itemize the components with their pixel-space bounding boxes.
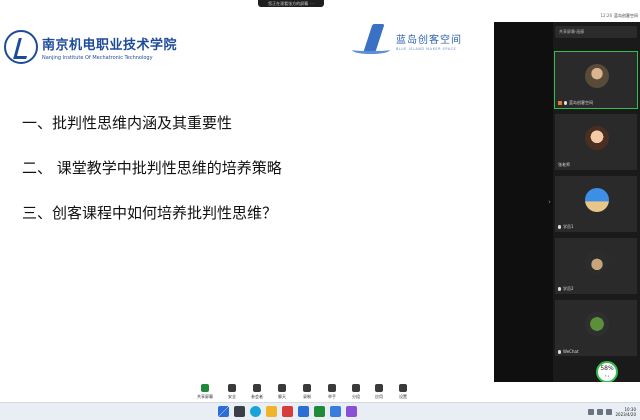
task-view-icon[interactable] <box>234 406 245 417</box>
app-icon-blue[interactable] <box>298 406 309 417</box>
wechat-icon[interactable] <box>314 406 325 417</box>
start-icon[interactable] <box>218 406 229 417</box>
top-strip: 12:26 蓝岛创客空间 <box>494 10 640 22</box>
share-notice-bar[interactable]: 您正在观看张方的屏幕 ··· <box>258 0 324 7</box>
video-panel: › 共享屏幕·画廊 蓝岛创客空间 张老师 学员1 学员2 WeChat <box>494 22 640 382</box>
clock[interactable]: 10:30 2023/4/20 <box>615 407 636 417</box>
windows-taskbar: 10:30 2023/4/20 <box>0 402 640 420</box>
participants-button[interactable]: 参会者 <box>246 384 268 400</box>
meeting-app-icon[interactable] <box>330 406 341 417</box>
school-logo: 南京机电职业技术学院 Nanjing Institute Of Mechatro… <box>4 30 177 64</box>
mic-icon <box>558 287 561 291</box>
shield-icon <box>228 384 236 392</box>
participant-avatar <box>585 312 609 336</box>
participant-name: 张老师 <box>558 162 570 167</box>
network-sub: ↑↓ <box>604 374 610 378</box>
apps-icon <box>375 384 383 392</box>
gear-icon <box>399 384 407 392</box>
share-notice-menu[interactable]: ··· <box>310 1 314 6</box>
school-name-en: Nanjing Institute Of Mechatronic Technol… <box>42 54 153 61</box>
record-button[interactable]: 录制 <box>296 384 318 400</box>
network-value: 58% <box>600 365 614 372</box>
participant-avatar <box>585 126 609 150</box>
edge-icon[interactable] <box>250 406 261 417</box>
shared-slide: 南京机电职业技术学院 Nanjing Institute Of Mechatro… <box>0 22 494 382</box>
people-icon <box>253 384 261 392</box>
school-seal-icon <box>4 30 38 64</box>
participant-tile[interactable]: WeChat <box>555 300 637 356</box>
settings-button[interactable]: 设置 <box>392 384 414 400</box>
school-name-cn: 南京机电职业技术学院 <box>42 37 178 53</box>
meeting-toolbar: 共享屏幕 安全 参会者 聊天 录制 举手 分组 应用 设置 <box>0 382 640 402</box>
breakout-button[interactable]: 分组 <box>345 384 367 400</box>
network-status-badge[interactable]: 58% ↑↓ <box>596 361 618 383</box>
share-screen-icon <box>201 384 209 392</box>
brand-logo: 蓝岛创客空间 BLUE ISLAND MAKER SPACE <box>350 24 462 58</box>
participant-tile[interactable]: 学员1 <box>555 176 637 232</box>
system-tray: 10:30 2023/4/20 <box>588 407 636 417</box>
mic-icon <box>564 101 567 105</box>
volume-icon[interactable] <box>597 409 604 415</box>
brand-mark-icon <box>350 24 392 58</box>
participant-avatar <box>585 188 609 212</box>
security-button[interactable]: 安全 <box>221 384 243 400</box>
participant-name: 蓝岛创客空间 <box>569 100 593 105</box>
raise-hand-button[interactable]: 举手 <box>321 384 343 400</box>
breakout-icon <box>352 384 360 392</box>
mic-icon <box>558 225 561 229</box>
outline-item-3: 三、创客课程中如何培养批判性思维？ <box>22 204 278 222</box>
participant-tile[interactable]: 蓝岛创客空间 <box>554 51 638 109</box>
app-icon-purple[interactable] <box>346 406 357 417</box>
app-icon-red[interactable] <box>282 406 293 417</box>
participant-avatar <box>585 250 609 274</box>
file-explorer-icon[interactable] <box>266 406 277 417</box>
clock-date: 2023/4/20 <box>615 412 636 417</box>
participant-video <box>585 64 609 88</box>
collapse-handle-icon[interactable]: › <box>546 198 553 212</box>
outline-item-1: 一、批判性思维内涵及其重要性 <box>22 114 233 132</box>
mic-icon <box>558 349 561 354</box>
record-icon <box>303 384 311 392</box>
participant-tile[interactable]: 学员2 <box>555 238 637 294</box>
participant-name: 学员2 <box>563 286 574 291</box>
screen: 您正在观看张方的屏幕 ··· 12:26 蓝岛创客空间 南京机电职业技术学院 N… <box>0 0 640 420</box>
participant-name: 学员1 <box>563 224 574 229</box>
participant-name: WeChat <box>563 349 579 354</box>
share-notice-text: 您正在观看张方的屏幕 <box>268 0 309 6</box>
participant-tile[interactable]: 张老师 <box>555 114 637 170</box>
outline-item-2: 二、 课堂教学中批判性思维的培养策略 <box>22 159 282 177</box>
video-panel-header[interactable]: 共享屏幕·画廊 <box>555 26 637 38</box>
apps-button[interactable]: 应用 <box>368 384 390 400</box>
chat-button[interactable]: 聊天 <box>271 384 293 400</box>
chat-icon <box>278 384 286 392</box>
top-right-label: 蓝岛创客空间 <box>614 13 638 18</box>
wifi-icon[interactable] <box>588 409 595 415</box>
share-screen-button[interactable]: 共享屏幕 <box>194 384 216 400</box>
hand-icon <box>328 384 336 392</box>
brand-name-en: BLUE ISLAND MAKER SPACE <box>396 47 457 51</box>
battery-icon[interactable] <box>606 409 613 415</box>
meeting-duration: 12:26 <box>600 13 612 18</box>
sharing-icon <box>558 101 562 105</box>
video-panel-gap <box>494 22 553 382</box>
brand-name-cn: 蓝岛创客空间 <box>396 35 462 46</box>
